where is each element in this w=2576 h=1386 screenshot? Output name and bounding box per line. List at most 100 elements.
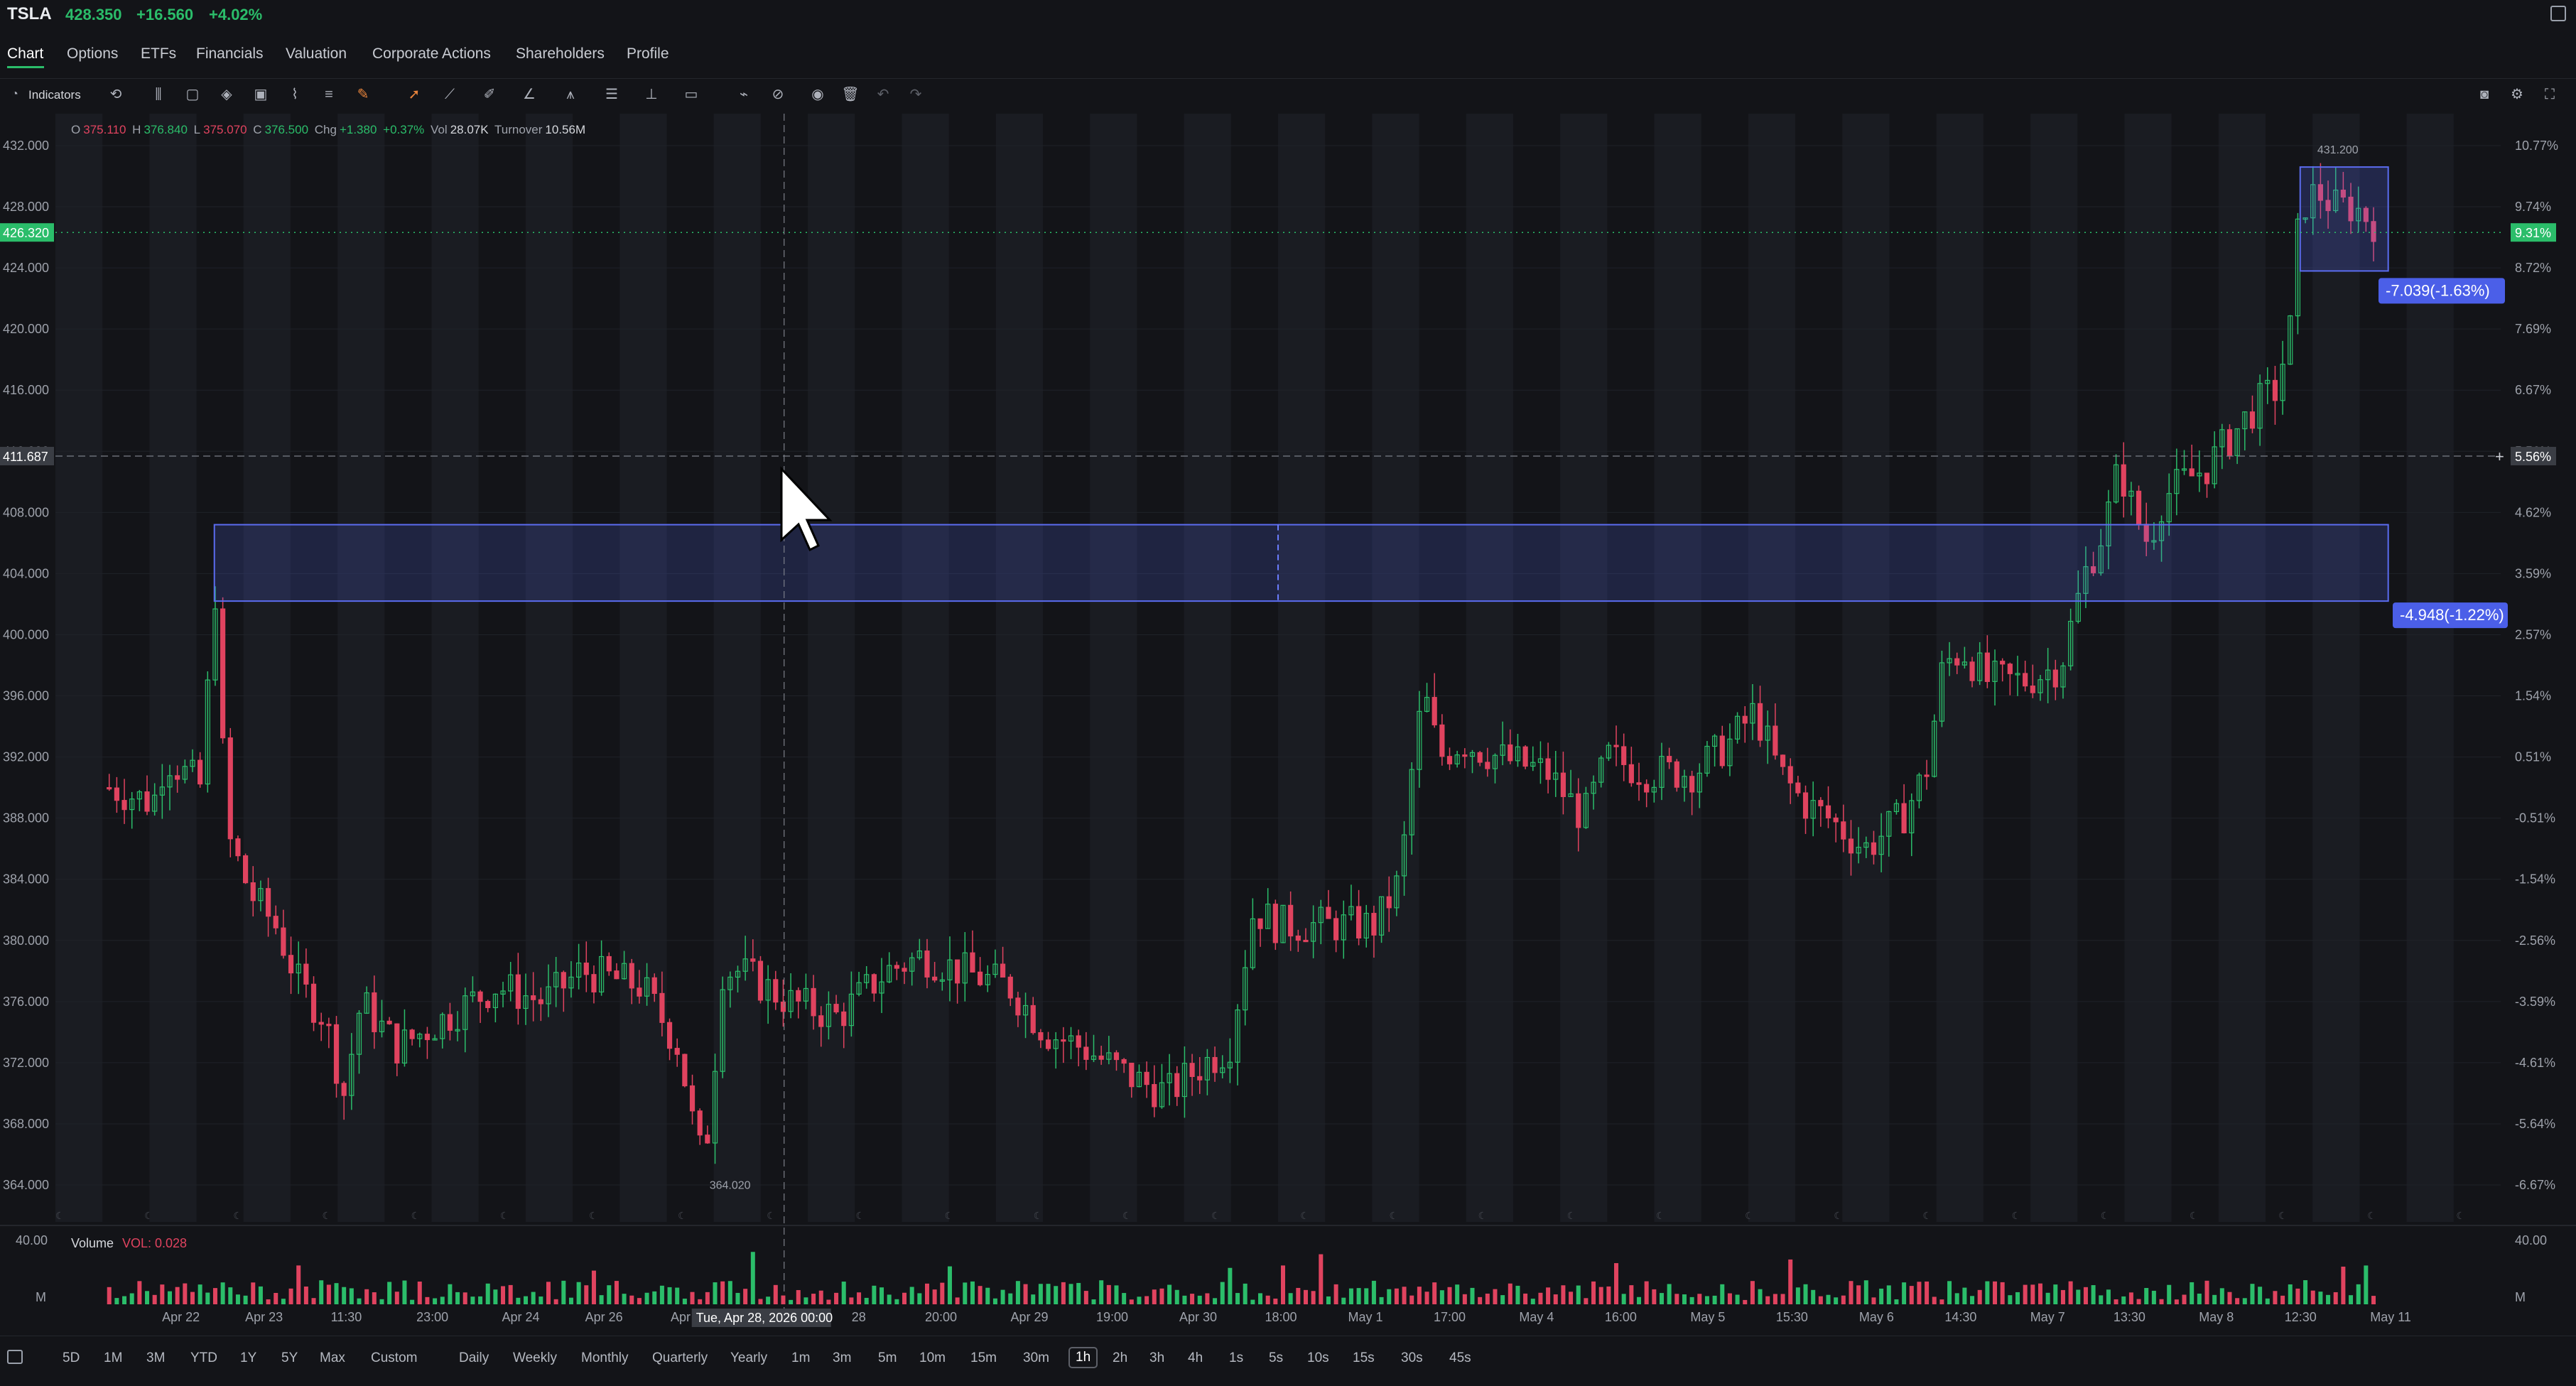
pattern-icon[interactable]: ⩚ <box>561 85 580 104</box>
volume-bar <box>205 1292 210 1304</box>
sidebar-toggle-icon[interactable] <box>7 1350 23 1364</box>
range-5y[interactable]: 5Y <box>281 1350 298 1366</box>
range-1y[interactable]: 1Y <box>240 1350 256 1366</box>
indicators-button[interactable]: Indicators <box>28 88 81 102</box>
fib-icon[interactable]: ☰ <box>602 85 621 104</box>
candle-body <box>1303 939 1309 943</box>
period-yearly[interactable]: Yearly <box>730 1350 767 1366</box>
candle-body <box>326 1024 332 1027</box>
interval-5s[interactable]: 5s <box>1269 1350 1283 1366</box>
volume-bar <box>2000 1282 2005 1304</box>
interval-1h[interactable]: 1h <box>1068 1347 1098 1368</box>
period-quarterly[interactable]: Quarterly <box>652 1350 708 1366</box>
range-3m[interactable]: 3M <box>146 1350 165 1366</box>
candle-body <box>841 1011 847 1027</box>
camera-icon[interactable]: ◙ <box>2475 85 2494 104</box>
range-max[interactable]: Max <box>320 1350 345 1366</box>
volume-bar <box>1697 1294 1702 1304</box>
interval-1m[interactable]: 1m <box>791 1350 810 1366</box>
tab-valuation[interactable]: Valuation <box>286 45 347 63</box>
trash-icon[interactable]: 🗑 <box>841 85 860 104</box>
volume-bar <box>1712 1295 1717 1304</box>
brush-icon[interactable]: ✐ <box>480 85 499 104</box>
pct-tick-label: 2.57% <box>2515 627 2551 641</box>
tab-profile[interactable]: Profile <box>627 45 669 63</box>
volume-bar <box>1947 1281 1952 1304</box>
comment-icon[interactable]: ▭ <box>682 85 700 104</box>
settings-icon[interactable]: ⚙ <box>2508 85 2526 104</box>
candle-body <box>394 1023 400 1064</box>
range-custom[interactable]: Custom <box>371 1350 417 1366</box>
interval-30m[interactable]: 30m <box>1023 1350 1049 1366</box>
lock-drawing-icon[interactable]: ⊘ <box>769 85 787 104</box>
range-5d[interactable]: 5D <box>63 1350 80 1366</box>
volume-bar <box>212 1288 217 1304</box>
volume-bar <box>433 1298 438 1304</box>
replay-icon[interactable]: ⟲ <box>107 85 125 104</box>
layers-icon[interactable]: ◈ <box>217 85 236 104</box>
panel-toggle-icon[interactable] <box>2550 6 2566 21</box>
range-1m[interactable]: 1M <box>104 1350 122 1366</box>
volume-bar <box>1977 1289 1982 1304</box>
tab-chart[interactable]: Chart <box>7 45 43 63</box>
interval-30s[interactable]: 30s <box>1401 1350 1423 1366</box>
candle-body <box>477 991 483 1002</box>
candle-type-icon[interactable]: ⫼ <box>149 85 168 104</box>
tab-options[interactable]: Options <box>67 45 118 63</box>
indicators-icon[interactable]: ◔ <box>6 85 24 104</box>
candle-body <box>561 972 566 989</box>
line-chart-icon[interactable]: ⌇ <box>286 85 304 104</box>
interval-10s[interactable]: 10s <box>1307 1350 1329 1366</box>
range-ytd[interactable]: YTD <box>190 1350 217 1366</box>
ohlc-readout: O 375.110 H 376.840 L 375.070 C 376.500 Chg +… <box>71 123 588 137</box>
tab-shareholders[interactable]: Shareholders <box>516 45 605 63</box>
volume-bar <box>1364 1288 1369 1304</box>
compare-icon[interactable]: ▣ <box>251 85 270 104</box>
interval-15m[interactable]: 15m <box>970 1350 997 1366</box>
volume-bar <box>2121 1296 2126 1304</box>
volume-bar <box>357 1298 362 1304</box>
magnet-icon[interactable]: ⌁ <box>735 85 753 104</box>
period-daily[interactable]: Daily <box>459 1350 489 1366</box>
interval-1s[interactable]: 1s <box>1229 1350 1243 1366</box>
price-chart[interactable]: 432.000 10.77% 428.000 9.74% 424.000 8.72% 420… <box>0 114 2576 1336</box>
volume-bar <box>485 1283 490 1304</box>
interval-2h[interactable]: 2h <box>1113 1350 1127 1366</box>
interval-10m[interactable]: 10m <box>919 1350 946 1366</box>
list-icon[interactable]: ≡ <box>320 85 338 104</box>
close-value: 376.500 <box>264 123 309 136</box>
volume-bar <box>1409 1295 1414 1304</box>
interval-3h[interactable]: 3h <box>1149 1350 1164 1366</box>
period-monthly[interactable]: Monthly <box>581 1350 629 1366</box>
interval-5m[interactable]: 5m <box>878 1350 897 1366</box>
candle-body <box>175 775 180 780</box>
rectangle-icon[interactable]: ▢ <box>183 85 202 104</box>
period-weekly[interactable]: Weekly <box>513 1350 557 1366</box>
trend-line-icon[interactable]: ⟋ <box>440 85 459 104</box>
interval-15s[interactable]: 15s <box>1353 1350 1375 1366</box>
eye-icon[interactable]: ◉ <box>808 85 827 104</box>
pen-icon[interactable]: ✎ <box>354 85 372 104</box>
volume-bar <box>2288 1284 2293 1304</box>
interval-45s[interactable]: 45s <box>1449 1350 1471 1366</box>
volume-bar <box>1515 1285 1520 1304</box>
measure-icon[interactable]: ⊥ <box>642 85 661 104</box>
volume-bar <box>1280 1265 1285 1304</box>
interval-4h[interactable]: 4h <box>1188 1350 1203 1366</box>
volume-bar <box>713 1282 718 1304</box>
undo-icon[interactable]: ↶ <box>874 85 892 104</box>
tab-financials[interactable]: Financials <box>196 45 264 63</box>
volume-bar <box>1621 1294 1626 1304</box>
x-tick-label: Apr 30 <box>1179 1310 1217 1324</box>
tab-etfs[interactable]: ETFs <box>141 45 176 63</box>
candle-body <box>705 1135 710 1144</box>
volume-bar <box>2023 1284 2028 1304</box>
volume-bar <box>705 1292 710 1304</box>
tab-corporate-actions[interactable]: Corporate Actions <box>372 45 491 63</box>
redo-icon[interactable]: ↷ <box>907 85 925 104</box>
angle-icon[interactable]: ∠ <box>520 85 539 104</box>
interval-3m[interactable]: 3m <box>833 1350 851 1366</box>
price-tick-label: 372.000 <box>3 1056 49 1070</box>
cursor-icon[interactable]: ➚ <box>405 85 423 104</box>
fullscreen-icon[interactable]: ⛶ <box>2540 85 2559 104</box>
